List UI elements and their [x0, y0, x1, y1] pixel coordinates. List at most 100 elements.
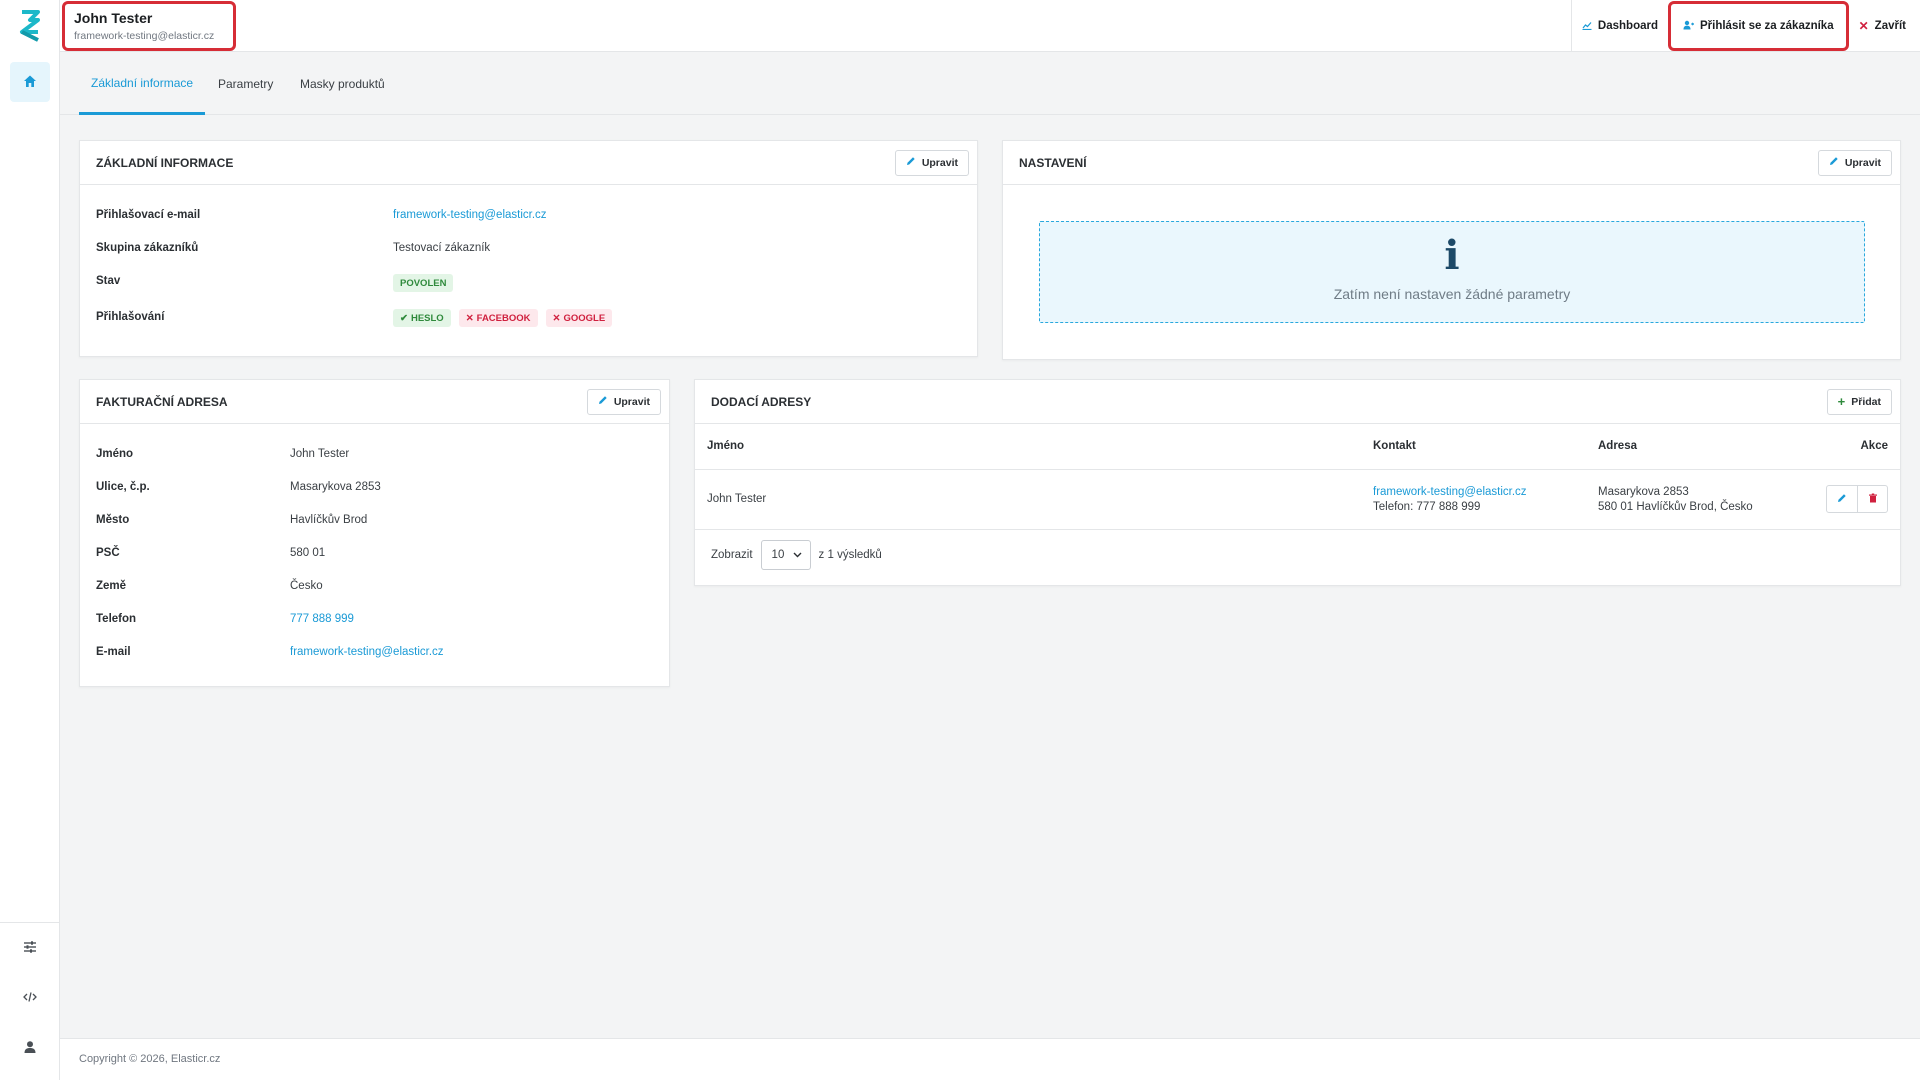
customer-email: framework-testing@elasticr.cz	[74, 30, 215, 42]
status-badge: POVOLEN	[393, 274, 454, 292]
pencil-icon	[1837, 493, 1847, 506]
billing-row: Telefon 777 888 999	[80, 605, 669, 638]
table-header-row: Jméno Kontakt Adresa Akce	[695, 424, 1900, 470]
billing-value-name: John Tester	[290, 448, 350, 460]
billing-label-name: Jméno	[96, 448, 134, 460]
login-method-facebook-label: FACEBOOK	[476, 312, 531, 324]
billing-row: Země Česko	[80, 572, 669, 605]
billing-email-link[interactable]: framework-testing@elasticr.cz	[290, 646, 444, 658]
login-email-link[interactable]: framework-testing@elasticr.cz	[393, 209, 547, 221]
billing-header: FAKTURAČNÍ ADRESA Upravit	[80, 380, 669, 424]
status-row: Stav POVOLEN	[80, 267, 977, 303]
billing-row: PSČ 580 01	[80, 539, 669, 572]
settings-title: NASTAVENÍ	[1019, 155, 1087, 170]
sidebar-settings-button[interactable]	[0, 923, 60, 973]
billing-phone-link[interactable]: 777 888 999	[290, 613, 354, 625]
tab-basic-info[interactable]: Základní informace	[79, 53, 206, 115]
code-icon	[23, 990, 37, 1007]
user-icon	[23, 1040, 37, 1057]
basic-info-header: ZÁKLADNÍ INFORMACE Upravit	[80, 141, 977, 185]
settings-empty-state: i Zatím není nastaven žádné parametry	[1039, 221, 1865, 323]
login-method-password-label: HESLO	[410, 312, 444, 324]
customer-group-value: Testovací zákazník	[393, 242, 491, 254]
shipping-row-address-line2: 580 01 Havlíčkův Brod, Česko	[1598, 500, 1753, 513]
pencil-icon	[1829, 156, 1839, 169]
login-method-google-label: GOOGLE	[563, 312, 606, 324]
billing-label-email: E-mail	[96, 646, 131, 658]
billing-body: Jméno John Tester Ulice, č.p. Masarykova…	[80, 424, 669, 671]
user-switch-icon	[1683, 20, 1695, 33]
shipping-row-address: Masarykova 2853 580 01 Havlíčkův Brod, Č…	[1586, 469, 1798, 530]
home-icon	[23, 74, 37, 91]
pagination: Zobrazit 10 z 1 výsledků	[695, 530, 1900, 580]
billing-label-phone: Telefon	[96, 613, 137, 625]
shipping-row-actions	[1797, 469, 1900, 530]
status-value-wrap: POVOLEN	[393, 274, 454, 292]
row-edit-button[interactable]	[1827, 486, 1857, 512]
elasticr-logo[interactable]	[18, 10, 42, 42]
tab-bar: Základní informace Parametry Masky produ…	[60, 53, 1920, 115]
copyright-text: Copyright © 2026, Elasticr.cz	[79, 1053, 221, 1065]
billing-label-zip: PSČ	[96, 547, 120, 559]
close-label: Zavřít	[1874, 20, 1906, 32]
chart-icon	[1582, 20, 1592, 33]
info-icon: i	[1444, 232, 1460, 279]
page-size-value: 10	[771, 548, 785, 561]
shipping-row-email-link[interactable]: framework-testing@elasticr.cz	[1373, 486, 1574, 498]
check-icon: ✔	[400, 312, 408, 324]
login-as-customer-button[interactable]: Přihlásit se za zákazníka	[1668, 1, 1849, 51]
shipping-row-contact: framework-testing@elasticr.cz Telefon: 7…	[1361, 469, 1586, 530]
basic-info-panel: ZÁKLADNÍ INFORMACE Upravit Přihlašovací …	[79, 140, 978, 357]
login-methods-label: Přihlašování	[96, 311, 165, 323]
pencil-icon	[906, 156, 916, 169]
shipping-row-name: John Tester	[695, 469, 1361, 530]
billing-label-street: Ulice, č.p.	[96, 481, 150, 493]
cross-icon: ✕	[465, 312, 474, 324]
sidebar-profile-button[interactable]	[0, 1023, 60, 1073]
dashboard-button[interactable]: Dashboard	[1572, 0, 1668, 52]
customer-identity-box: John Tester framework-testing@elasticr.c…	[62, 1, 236, 51]
edit-label: Upravit	[613, 395, 650, 408]
page-size-select[interactable]: 10	[760, 539, 811, 570]
billing-title: FAKTURAČNÍ ADRESA	[96, 394, 228, 409]
sliders-icon	[23, 940, 37, 957]
sidebar-bottom	[0, 922, 60, 1073]
sidebar	[0, 0, 60, 1080]
page-size-label: Zobrazit	[711, 548, 753, 561]
chevron-down-icon	[793, 549, 802, 561]
billing-row: Ulice, č.p. Masarykova 2853	[80, 473, 669, 506]
customer-group-row: Skupina zákazníků Testovací zákazník	[80, 234, 977, 267]
shipping-title: DODACÍ ADRESY	[711, 394, 812, 409]
tab-parameters[interactable]: Parametry	[218, 53, 273, 115]
login-methods: ✔ HESLO ✕ FACEBOOK ✕ GOOGLE	[393, 309, 613, 327]
sidebar-developer-button[interactable]	[0, 973, 60, 1023]
footer: Copyright © 2026, Elasticr.cz	[60, 1038, 1920, 1080]
table-row: John Tester framework-testing@elasticr.c…	[695, 469, 1900, 530]
billing-row: E-mail framework-testing@elasticr.cz	[80, 638, 669, 671]
sidebar-home-button[interactable]	[10, 62, 50, 102]
close-icon: ✕	[1858, 19, 1869, 33]
shipping-table: Jméno Kontakt Adresa Akce John Tester fr…	[695, 424, 1900, 530]
billing-value-street: Masarykova 2853	[290, 481, 381, 493]
shipping-row-address-line1: Masarykova 2853	[1598, 485, 1689, 498]
dashboard-label: Dashboard	[1597, 20, 1658, 32]
results-count: z 1 výsledků	[818, 548, 882, 561]
shipping-addresses-panel: DODACÍ ADRESY + Přidat Jméno Kontakt Adr…	[694, 379, 1901, 586]
row-delete-button[interactable]	[1857, 486, 1887, 512]
login-email-row: Přihlašovací e-mail framework-testing@el…	[80, 201, 977, 234]
header-actions: Dashboard Přihlásit se za zákazníka ✕ Za…	[1570, 0, 1920, 52]
close-button[interactable]: ✕ Zavřít	[1849, 0, 1920, 52]
login-methods-row: Přihlašování ✔ HESLO ✕ FACEBOOK ✕ GOOGLE	[80, 303, 977, 336]
settings-edit-button[interactable]: Upravit	[1817, 149, 1892, 176]
shipping-add-button[interactable]: + Přidat	[1826, 388, 1892, 415]
billing-edit-button[interactable]: Upravit	[586, 388, 661, 415]
basic-info-edit-button[interactable]: Upravit	[894, 149, 969, 176]
edit-label: Upravit	[1844, 156, 1881, 169]
billing-row: Jméno John Tester	[80, 440, 669, 473]
tab-product-masks[interactable]: Masky produktů	[300, 53, 385, 115]
settings-panel: NASTAVENÍ Upravit i Zatím není nastaven …	[1002, 140, 1901, 360]
billing-value-zip: 580 01	[290, 547, 326, 559]
top-header: John Tester framework-testing@elasticr.c…	[60, 0, 1920, 52]
row-action-group	[1826, 485, 1888, 513]
column-header-address: Adresa	[1586, 424, 1798, 470]
